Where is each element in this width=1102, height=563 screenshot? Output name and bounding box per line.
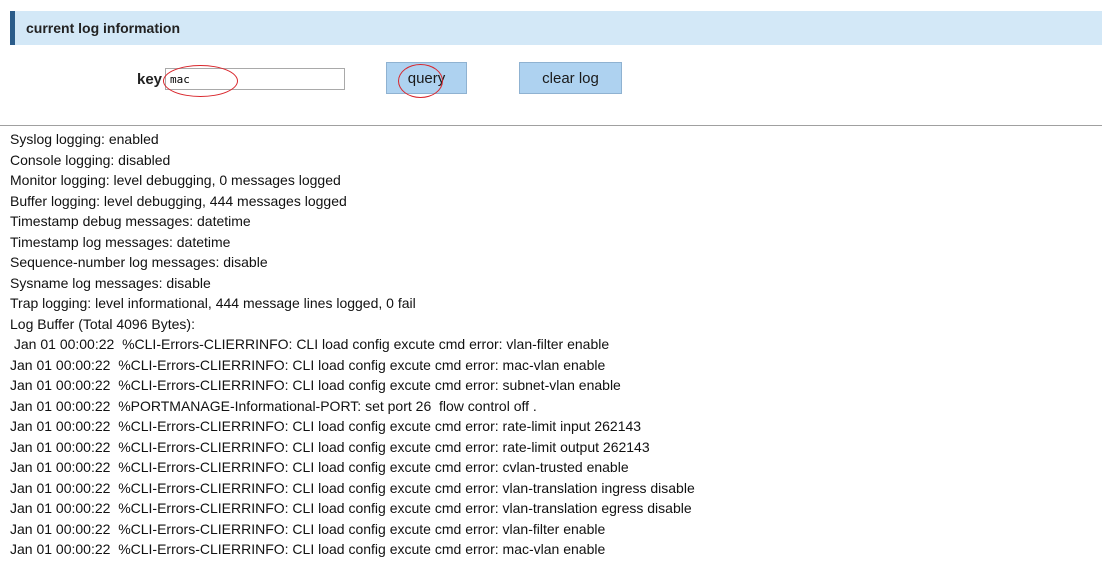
- clear-log-button[interactable]: clear log: [519, 62, 622, 94]
- section-header: current log information: [10, 11, 1102, 45]
- log-line: Console logging: disabled: [10, 151, 171, 168]
- log-line: Jan 01 00:00:22 %CLI-Errors-CLIERRINFO: …: [10, 520, 606, 537]
- log-line: Jan 01 00:00:22 %CLI-Errors-CLIERRINFO: …: [10, 336, 610, 352]
- log-line: Buffer logging: level debugging, 444 mes…: [10, 192, 347, 209]
- log-line: Log Buffer (Total 4096 Bytes):: [10, 315, 195, 332]
- section-title: current log information: [26, 20, 180, 36]
- key-input[interactable]: [165, 68, 345, 90]
- log-line: Jan 01 00:00:22 %PORTMANAGE-Informationa…: [10, 397, 537, 414]
- log-line: Jan 01 00:00:22 %CLI-Errors-CLIERRINFO: …: [10, 438, 650, 455]
- log-line: Monitor logging: level debugging, 0 mess…: [10, 172, 341, 188]
- log-line: Sysname log messages: disable: [10, 274, 211, 291]
- log-line: Timestamp log messages: datetime: [10, 233, 231, 250]
- key-label: key: [137, 71, 163, 88]
- log-line: Jan 01 00:00:22 %CLI-Errors-CLIERRINFO: …: [10, 459, 629, 475]
- log-line: Sequence-number log messages: disable: [10, 254, 268, 270]
- log-line: Jan 01 00:00:22 %CLI-Errors-CLIERRINFO: …: [10, 500, 692, 516]
- log-line: Jan 01 00:00:22 %CLI-Errors-CLIERRINFO: …: [10, 356, 606, 373]
- divider: [0, 125, 1102, 126]
- log-line: Jan 01 00:00:22 %CLI-Errors-CLIERRINFO: …: [10, 479, 695, 496]
- log-line: Jan 01 00:00:22 %CLI-Errors-CLIERRINFO: …: [10, 418, 642, 434]
- search-row: key query clear log: [0, 60, 1102, 100]
- log-line: Trap logging: level informational, 444 m…: [10, 295, 416, 311]
- log-line: Jan 01 00:00:22 %CLI-Errors-CLIERRINFO: …: [10, 541, 606, 557]
- log-line: Jan 01 00:00:22 %CLI-Errors-CLIERRINFO: …: [10, 377, 621, 393]
- log-output: Syslog logging: enabled Console logging: …: [10, 129, 1095, 560]
- log-line: Syslog logging: enabled: [10, 131, 159, 147]
- query-button[interactable]: query: [386, 62, 467, 94]
- log-line: Timestamp debug messages: datetime: [10, 213, 251, 229]
